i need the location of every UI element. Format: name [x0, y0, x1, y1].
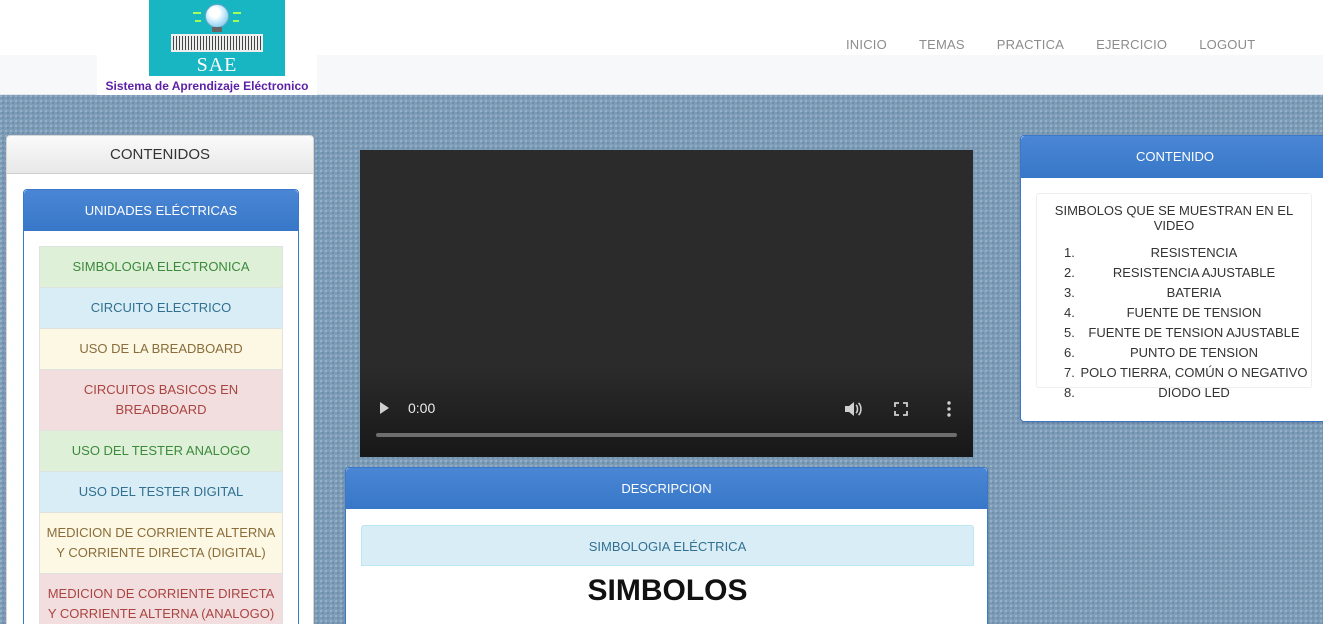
video-seek-bar[interactable]	[376, 433, 957, 437]
volume-icon[interactable]	[844, 401, 862, 417]
description-panel-title: DESCRIPCION	[346, 468, 987, 509]
nav-practica[interactable]: PRACTICA	[981, 37, 1080, 52]
units-panel-title: UNIDADES ELÉCTRICAS	[24, 190, 298, 231]
main-nav: INICIO TEMAS PRACTICA EJERCICIO LOGOUT	[830, 37, 1271, 52]
play-icon[interactable]	[380, 402, 389, 414]
symbol-label: PUNTO DE TENSION	[1129, 345, 1259, 360]
ray-icon	[193, 12, 201, 14]
symbol-item: 1. RESISTENCIA	[1037, 243, 1311, 263]
sae-logo[interactable]: SAE	[149, 0, 285, 76]
fullscreen-icon[interactable]	[894, 402, 908, 416]
content-panel-title: CONTENIDO	[1021, 136, 1323, 178]
description-heading: SIMBOLOS	[587, 574, 748, 607]
ray-icon	[233, 20, 239, 22]
unit-item[interactable]: CIRCUITO ELECTRICO	[39, 287, 283, 329]
symbol-label: FUENTE DE TENSION	[1126, 305, 1262, 320]
lightbulb-base	[212, 27, 222, 32]
more-options-icon[interactable]	[944, 400, 954, 418]
symbol-item: 8. DIODO LED	[1037, 383, 1311, 403]
lightbulb-icon	[205, 4, 229, 28]
symbol-label: RESISTENCIA AJUSTABLE	[1112, 265, 1276, 280]
description-subtitle: SIMBOLOGIA ELÉCTRICA	[361, 525, 974, 566]
contents-panel: CONTENIDOS UNIDADES ELÉCTRICAS SIMBOLOGI…	[6, 135, 314, 624]
content-panel: CONTENIDO SIMBOLOS QUE SE MUESTRAN EN EL…	[1020, 135, 1323, 422]
logo-text: SAE	[196, 54, 238, 76]
symbol-item: 4. FUENTE DE TENSION	[1037, 303, 1311, 323]
unit-item[interactable]: MEDICION DE CORRIENTE DIRECTA Y CORRIENT…	[39, 573, 283, 624]
units-panel: UNIDADES ELÉCTRICAS SIMBOLOGIA ELECTRONI…	[23, 189, 299, 624]
units-list: SIMBOLOGIA ELECTRONICA CIRCUITO ELECTRICO…	[39, 246, 283, 624]
ray-icon	[195, 20, 201, 22]
unit-item[interactable]: MEDICION DE CORRIENTE ALTERNA Y CORRIENT…	[39, 512, 283, 574]
symbol-label: POLO TIERRA, COMÚN O NEGATIVO	[1080, 365, 1308, 380]
symbol-item: 5. FUENTE DE TENSION AJUSTABLE	[1037, 323, 1311, 343]
video-player[interactable]: 0:00	[360, 150, 973, 457]
nav-ejercicio[interactable]: EJERCICIO	[1080, 37, 1183, 52]
breadboard-icon	[171, 34, 263, 52]
nav-temas[interactable]: TEMAS	[903, 37, 981, 52]
nav-logout[interactable]: LOGOUT	[1183, 37, 1271, 52]
unit-item[interactable]: USO DEL TESTER ANALOGO	[39, 430, 283, 472]
symbol-label: BATERIA	[1166, 285, 1222, 300]
symbol-label: DIODO LED	[1158, 385, 1230, 400]
contents-panel-title: CONTENIDOS	[7, 136, 313, 174]
unit-item[interactable]: CIRCUITOS BASICOS EN BREADBOARD	[39, 369, 283, 431]
symbols-box-title: SIMBOLOS QUE SE MUESTRAN EN EL VIDEO	[1054, 203, 1294, 233]
symbols-list: 1. RESISTENCIA 2. RESISTENCIA AJUSTABLE 3. BA…	[1037, 243, 1311, 403]
symbol-item: 3. BATERIA	[1037, 283, 1311, 303]
top-navbar: SAE Sistema de Aprendizaje Eléctronico I…	[0, 0, 1323, 95]
symbol-item: 2. RESISTENCIA AJUSTABLE	[1037, 263, 1311, 283]
unit-item[interactable]: SIMBOLOGIA ELECTRONICA	[39, 246, 283, 288]
video-controls-shade	[360, 367, 973, 457]
brand-name: Sistema de Aprendizaje Eléctronico	[105, 79, 309, 93]
symbol-label: RESISTENCIA	[1150, 245, 1238, 260]
symbol-item: 7. POLO TIERRA, COMÚN O NEGATIVO	[1037, 363, 1311, 383]
nav-inicio[interactable]: INICIO	[830, 37, 903, 52]
brand[interactable]: SAE Sistema de Aprendizaje Eléctronico	[97, 0, 317, 95]
unit-item[interactable]: USO DE LA BREADBOARD	[39, 328, 283, 370]
description-panel: DESCRIPCION SIMBOLOGIA ELÉCTRICA SIMBOLO…	[345, 467, 988, 624]
video-time: 0:00	[408, 400, 436, 416]
unit-item[interactable]: USO DEL TESTER DIGITAL	[39, 471, 283, 513]
ray-icon	[233, 12, 241, 14]
symbol-label: FUENTE DE TENSION AJUSTABLE	[1088, 325, 1300, 340]
symbol-item: 6. PUNTO DE TENSION	[1037, 343, 1311, 363]
symbols-box: SIMBOLOS QUE SE MUESTRAN EN EL VIDEO 1. R…	[1036, 193, 1312, 400]
